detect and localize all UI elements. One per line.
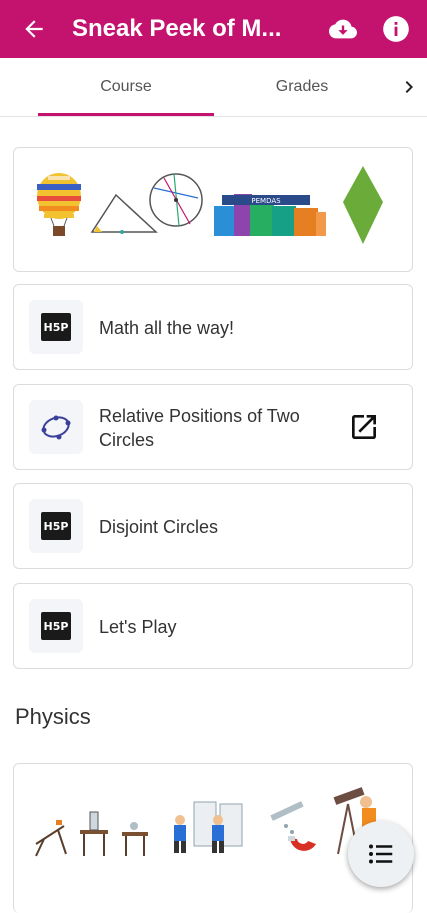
open-external-icon[interactable] bbox=[348, 411, 380, 443]
balloon-graphic bbox=[37, 173, 81, 236]
tab-course[interactable]: Course bbox=[38, 58, 214, 116]
geometry-thumbnail bbox=[29, 400, 83, 454]
math-illustration: PEMDAS bbox=[37, 166, 383, 244]
tab-grades[interactable]: Grades bbox=[214, 58, 390, 116]
item-label-line-1: Relative Positions of Two bbox=[99, 406, 300, 426]
magnet-graphic bbox=[270, 801, 316, 851]
item-label: Math all the way! bbox=[99, 318, 235, 338]
list-item-disjoint-circles[interactable]: H5P Disjoint Circles bbox=[13, 483, 413, 569]
triangle-graphic bbox=[90, 193, 158, 234]
page-title: Sneak Peek of M... bbox=[72, 15, 282, 42]
item-label: Let's Play bbox=[99, 617, 177, 637]
tilted-table-graphic bbox=[35, 820, 67, 857]
list-item-relative-positions[interactable]: Relative Positions of Two Circles bbox=[13, 384, 413, 470]
h5p-icon: H5P bbox=[41, 612, 71, 640]
info-button[interactable] bbox=[381, 14, 411, 44]
h5p-thumbnail: H5P bbox=[29, 599, 83, 653]
item-label: Disjoint Circles bbox=[99, 517, 219, 537]
circle-geometry-icon bbox=[41, 415, 71, 440]
list-item-lets-play[interactable]: H5P Let's Play bbox=[13, 583, 413, 669]
h5p-thumbnail: H5P bbox=[29, 300, 83, 354]
lab-table-graphic bbox=[80, 811, 108, 856]
math-banner-card[interactable]: PEMDAS bbox=[13, 147, 413, 272]
cloud-download-icon bbox=[329, 19, 357, 39]
table-of-contents-button[interactable] bbox=[348, 821, 414, 887]
list-item-math-all-the-way[interactable]: H5P Math all the way! bbox=[13, 284, 413, 370]
pemdas-text: PEMDAS bbox=[251, 197, 281, 205]
h5p-thumbnail: H5P bbox=[29, 499, 83, 553]
section-title-physics: Physics bbox=[15, 704, 91, 729]
physics-illustration bbox=[35, 787, 376, 857]
item-label: Relative Positions of Two Circles bbox=[99, 404, 339, 452]
item-label-line-2: Circles bbox=[99, 430, 155, 450]
chevron-right-icon[interactable] bbox=[397, 75, 421, 99]
rhombus-graphic bbox=[343, 166, 383, 244]
pemdas-graphic: PEMDAS bbox=[214, 194, 326, 236]
tab-grades-label: Grades bbox=[275, 78, 329, 95]
back-button[interactable] bbox=[10, 0, 58, 58]
h5p-icon: H5P bbox=[41, 512, 71, 540]
small-table-graphic bbox=[122, 822, 148, 856]
tab-bar: Course Grades bbox=[0, 58, 427, 117]
list-icon bbox=[369, 844, 393, 864]
tab-course-label: Course bbox=[100, 78, 152, 95]
app-bar: Sneak Peek of M... bbox=[0, 0, 427, 58]
h5p-icon: H5P bbox=[41, 313, 71, 341]
circle-chord-graphic bbox=[149, 173, 203, 227]
download-button[interactable] bbox=[328, 14, 358, 44]
workers-graphic bbox=[174, 801, 243, 853]
info-icon bbox=[383, 16, 409, 42]
arrow-left-icon bbox=[25, 20, 43, 38]
